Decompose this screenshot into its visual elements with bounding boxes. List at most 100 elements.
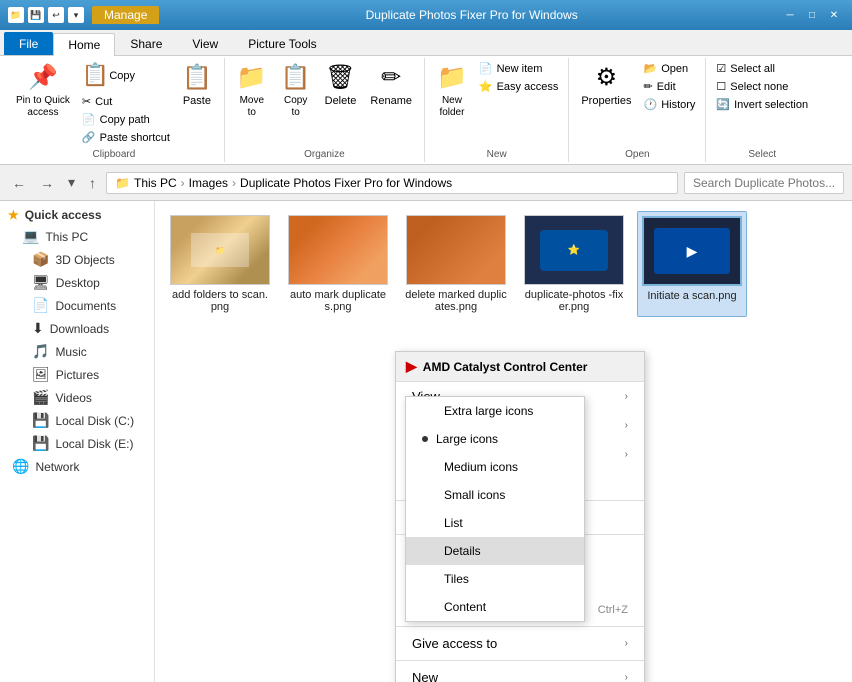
new-group-label: New [431, 146, 562, 160]
select-all-button[interactable]: Select all [712, 60, 812, 77]
sidebar-item-pictures[interactable]: 🖼 Pictures [0, 363, 154, 386]
submenu-medium[interactable]: Medium icons [406, 453, 584, 481]
file-thumbnail-3: ⭐ [524, 215, 624, 285]
breadcrumb-folder[interactable]: Duplicate Photos Fixer Pro for Windows [240, 176, 452, 190]
sidebar-item-documents[interactable]: 📄 Documents [0, 294, 154, 317]
ribbon: Pin to Quick access Copy Cut Copy path [0, 56, 852, 165]
minimize-button[interactable]: ─ [780, 5, 800, 25]
tab-file[interactable]: File [4, 32, 53, 55]
search-input[interactable] [684, 172, 844, 194]
breadcrumb-thispc[interactable]: This PC [134, 176, 177, 190]
pin-to-quick-access-button[interactable]: Pin to Quick access [10, 60, 76, 123]
file-item-2[interactable]: delete marked duplicates.png [401, 211, 511, 317]
sidebar-item-videos[interactable]: 🎬 Videos [0, 386, 154, 409]
forward-button[interactable]: → [36, 173, 58, 193]
view-submenu: Extra large icons Large icons Medium ico… [405, 396, 585, 622]
recent-button[interactable]: ▾ [64, 172, 79, 193]
invert-selection-button[interactable]: Invert selection [712, 96, 812, 113]
file-item-3[interactable]: ⭐ duplicate-photos -fixer.png [519, 211, 629, 317]
tab-share[interactable]: Share [115, 32, 177, 55]
submenu-small[interactable]: Small icons [406, 481, 584, 509]
sidebar-quick-access[interactable]: ★ Quick access [0, 205, 154, 225]
new-folder-label: New folder [439, 95, 464, 119]
back-button[interactable]: ← [8, 173, 30, 193]
file-thumbnail-0: 📁 [170, 215, 270, 285]
copy-to-button[interactable]: Copy to [275, 60, 317, 123]
copy-button[interactable]: Copy [78, 60, 174, 92]
open-button[interactable]: Open [639, 60, 699, 77]
new-item-button[interactable]: New item [475, 60, 562, 77]
rename-button[interactable]: Rename [364, 60, 418, 112]
paste-shortcut-button[interactable]: Paste shortcut [78, 129, 174, 146]
tab-picture-tools[interactable]: Picture Tools [233, 32, 331, 55]
select-all-label: Select all [730, 63, 775, 75]
paste-icon [182, 64, 212, 93]
sidebar-item-desktop[interactable]: 🖥 Desktop [0, 271, 154, 294]
sidebar-item-downloads[interactable]: ⬇ Downloads [0, 317, 154, 340]
paste-button[interactable]: Paste [176, 60, 218, 112]
sidebar-item-music[interactable]: 🎵 Music [0, 340, 154, 363]
maximize-button[interactable]: □ [802, 5, 822, 25]
paste-label: Paste [183, 95, 211, 108]
copy-path-icon [82, 113, 96, 126]
manage-tab[interactable]: Manage [92, 6, 159, 24]
easy-access-button[interactable]: Easy access [475, 78, 562, 95]
tab-home[interactable]: Home [53, 33, 115, 56]
pictures-icon: 🖼 [32, 366, 50, 383]
edit-button[interactable]: Edit [639, 78, 699, 95]
ctx-divider-3 [396, 626, 644, 627]
delete-button[interactable]: Delete [319, 60, 363, 112]
submenu-list[interactable]: List [406, 509, 584, 537]
properties-icon [596, 64, 618, 93]
sidebar-item-3dobjects[interactable]: 📦 3D Objects [0, 248, 154, 271]
sidebar-item-localc[interactable]: 💾 Local Disk (C:) [0, 409, 154, 432]
file-name-2: delete marked duplicates.png [405, 289, 507, 313]
file-name-1: auto mark duplicates.png [287, 289, 389, 313]
copy-path-button[interactable]: Copy path [78, 111, 174, 128]
new-folder-button[interactable]: New folder [431, 60, 473, 123]
delete-icon [325, 64, 355, 93]
submenu-large[interactable]: Large icons [406, 425, 584, 453]
3dobjects-label: 3D Objects [55, 253, 114, 267]
submenu-extra-large[interactable]: Extra large icons [406, 397, 584, 425]
invert-icon [716, 98, 730, 111]
dropdown-icon[interactable]: ▾ [68, 7, 84, 23]
sidebar-item-locale[interactable]: 💾 Local Disk (E:) [0, 432, 154, 455]
localc-icon: 💾 [32, 412, 49, 429]
downloads-label: Downloads [50, 322, 109, 336]
breadcrumb-images[interactable]: Images [189, 176, 228, 190]
properties-button[interactable]: Properties [575, 60, 637, 112]
ctx-groupby-arrow: › [625, 449, 628, 460]
ctx-new[interactable]: New › [396, 663, 644, 682]
submenu-details[interactable]: Details [406, 537, 584, 565]
sidebar-item-thispc[interactable]: 💻 This PC [0, 225, 154, 248]
submenu-tiles[interactable]: Tiles [406, 565, 584, 593]
history-button[interactable]: History [639, 96, 699, 113]
breadcrumb[interactable]: 📁 This PC › Images › Duplicate Photos Fi… [106, 172, 678, 194]
copy-icon [82, 62, 109, 88]
close-button[interactable]: ✕ [824, 5, 844, 25]
cut-icon [82, 95, 91, 108]
cut-button[interactable]: Cut [78, 93, 174, 110]
breadcrumb-sep-2: › [232, 176, 236, 190]
desktop-icon: 🖥 [32, 274, 50, 291]
move-to-button[interactable]: Move to [231, 60, 273, 123]
up-button[interactable]: ↑ [85, 173, 100, 193]
quick-access-label: Quick access [25, 208, 102, 222]
locale-label: Local Disk (E:) [55, 437, 133, 451]
file-item-4[interactable]: ▶ Initiate a scan.png [637, 211, 747, 317]
ribbon-tabs: File Home Share View Picture Tools [0, 30, 852, 56]
cut-label: Cut [95, 96, 112, 108]
file-item-1[interactable]: auto mark duplicates.png [283, 211, 393, 317]
select-none-button[interactable]: Select none [712, 78, 812, 95]
ctx-give-access[interactable]: Give access to › [396, 629, 644, 658]
context-menu-header: ▶ AMD Catalyst Control Center [396, 352, 644, 382]
window-controls[interactable]: ─ □ ✕ [780, 5, 844, 25]
clipboard-buttons: Pin to Quick access Copy Cut Copy path [10, 60, 218, 146]
file-item-0[interactable]: 📁 add folders to scan.png [165, 211, 275, 317]
tab-view[interactable]: View [177, 32, 233, 55]
sidebar-item-network[interactable]: 🌐 Network [0, 455, 154, 478]
ctx-new-arrow: › [625, 672, 628, 682]
submenu-content[interactable]: Content [406, 593, 584, 621]
organize-group-label: Organize [231, 146, 418, 160]
